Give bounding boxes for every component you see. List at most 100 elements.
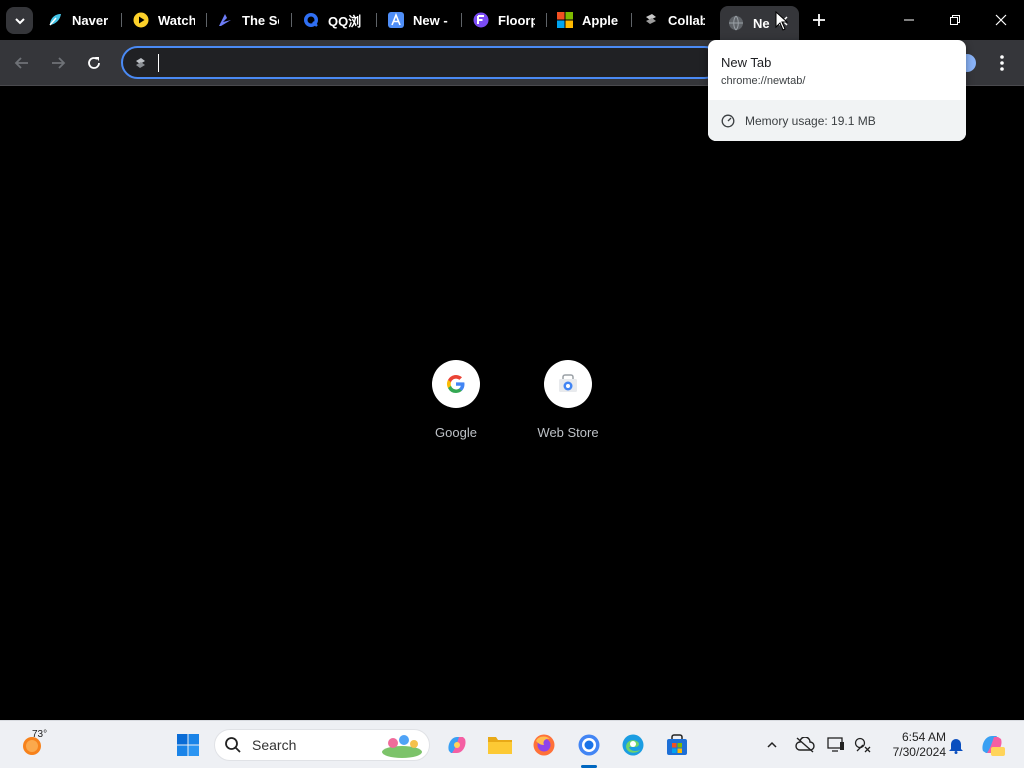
network-icon [854, 737, 871, 753]
globe-icon [728, 15, 744, 31]
tab-separator [121, 13, 122, 27]
qq-icon [303, 12, 319, 28]
tab-title: Apple [582, 12, 619, 28]
tab-title: QQ浏 [328, 13, 362, 29]
taskbar-file-explorer[interactable] [484, 729, 516, 761]
tab-title: Floorp [498, 12, 535, 28]
back-arrow-icon [14, 57, 28, 69]
tab-title: New - [413, 12, 448, 28]
clock-time: 6:54 AM [901, 730, 946, 744]
tab-watch[interactable]: Watch [133, 6, 195, 34]
weather-temperature: 73° [32, 729, 48, 740]
collab-icon [643, 12, 659, 28]
shortcut-web-store[interactable]: Web Store [512, 360, 624, 440]
shortcut-label: Web Store [537, 425, 599, 440]
shortcut-google[interactable]: Google [400, 360, 512, 440]
tab-separator [631, 13, 632, 27]
microsoft-store-icon [667, 734, 687, 755]
tray-onedrive[interactable] [790, 729, 820, 761]
taskbar-edge[interactable] [617, 729, 649, 761]
chrome-icon [578, 734, 600, 756]
tab-qq[interactable]: QQ浏 [303, 6, 365, 34]
play-icon [133, 12, 149, 28]
new-tab-page: Google Web Store [0, 87, 1024, 720]
hover-card-url: chrome://newtab/ [721, 75, 806, 87]
tab-floorp[interactable]: Floorp [473, 6, 535, 34]
bell-icon [949, 739, 963, 754]
tab-separator [461, 13, 462, 27]
gauge-icon [721, 114, 735, 127]
memory-usage: Memory usage: 19.1 MB [745, 113, 876, 128]
taskbar-firefox[interactable] [528, 729, 560, 761]
chrome-page-icon [132, 55, 148, 71]
show-hidden-icons-button[interactable] [757, 729, 787, 761]
search-label: Search [252, 737, 297, 753]
back-button[interactable] [8, 49, 36, 77]
tray-network[interactable] [848, 729, 878, 761]
edge-icon [622, 734, 644, 756]
folder-icon [488, 737, 512, 754]
taskbar-search[interactable]: Search [214, 729, 430, 761]
kebab-menu-icon [1000, 55, 1004, 71]
tab-title: Ne [753, 15, 770, 31]
notifications-button[interactable] [942, 729, 970, 761]
monitor-icon [827, 737, 844, 752]
tray-display[interactable] [821, 729, 851, 761]
tab-title: Naver [72, 12, 109, 28]
tab-apple[interactable]: Apple [557, 6, 619, 34]
tab-title: The Se [242, 12, 279, 28]
taskbar-copilot-pre[interactable] [976, 729, 1008, 761]
search-icon [225, 737, 241, 753]
a-icon [388, 12, 404, 28]
naver-icon [47, 12, 63, 28]
floorp-icon [473, 12, 489, 28]
shortcut-tile[interactable] [432, 360, 480, 408]
hover-card-title: New Tab [721, 55, 772, 70]
mouse-cursor-icon [775, 11, 789, 31]
close-icon [995, 14, 1007, 26]
tab-new[interactable]: New - [388, 6, 450, 34]
taskbar-chrome[interactable] [573, 729, 605, 761]
minimize-button[interactable] [886, 0, 932, 40]
tab-the-se[interactable]: The Se [217, 6, 279, 34]
cloud-offline-icon [795, 737, 815, 753]
web-store-icon [559, 374, 577, 392]
taskbar-store[interactable] [661, 729, 693, 761]
start-button[interactable] [172, 729, 204, 761]
chevron-down-icon [14, 17, 25, 24]
tab-separator [376, 13, 377, 27]
taskbar-copilot[interactable] [441, 729, 473, 761]
shortcut-tile[interactable] [544, 360, 592, 408]
forward-button[interactable] [44, 49, 72, 77]
tab-strip: Naver Watch The Se QQ浏 New - Floorp Appl… [0, 0, 1024, 40]
firefox-icon [533, 734, 555, 756]
taskbar-clock[interactable]: 6:54 AM 7/30/2024 [880, 730, 946, 760]
search-highlight-icon [382, 735, 422, 758]
windows-logo-icon [177, 734, 199, 756]
tab-search-button[interactable] [6, 7, 33, 34]
shortcut-label: Google [435, 425, 477, 440]
restore-icon [950, 15, 960, 25]
tab-separator [206, 13, 207, 27]
copilot-pre-icon [982, 736, 1005, 756]
tab-title: Watch [158, 12, 195, 28]
tab-collab[interactable]: Collab [643, 6, 705, 34]
google-icon [447, 375, 465, 393]
restore-button[interactable] [932, 0, 978, 40]
arc-icon [217, 12, 233, 28]
plus-icon [813, 14, 825, 26]
clock-date: 7/30/2024 [892, 745, 946, 759]
tab-hover-card: New Tab chrome://newtab/ Memory usage: 1… [708, 40, 966, 141]
copilot-icon [448, 737, 466, 753]
chrome-menu-button[interactable] [990, 49, 1014, 77]
tab-naver[interactable]: Naver [47, 6, 109, 34]
reload-button[interactable] [80, 49, 108, 77]
close-window-button[interactable] [978, 0, 1024, 40]
microsoft-icon [557, 12, 573, 28]
reload-icon [88, 57, 100, 69]
chevron-up-icon [767, 741, 777, 748]
windows-taskbar: 73° Search 6:54 AM 7/30/2024 [0, 720, 1024, 768]
address-input[interactable] [160, 54, 660, 71]
address-bar[interactable] [121, 46, 721, 79]
new-tab-button[interactable] [808, 9, 830, 31]
